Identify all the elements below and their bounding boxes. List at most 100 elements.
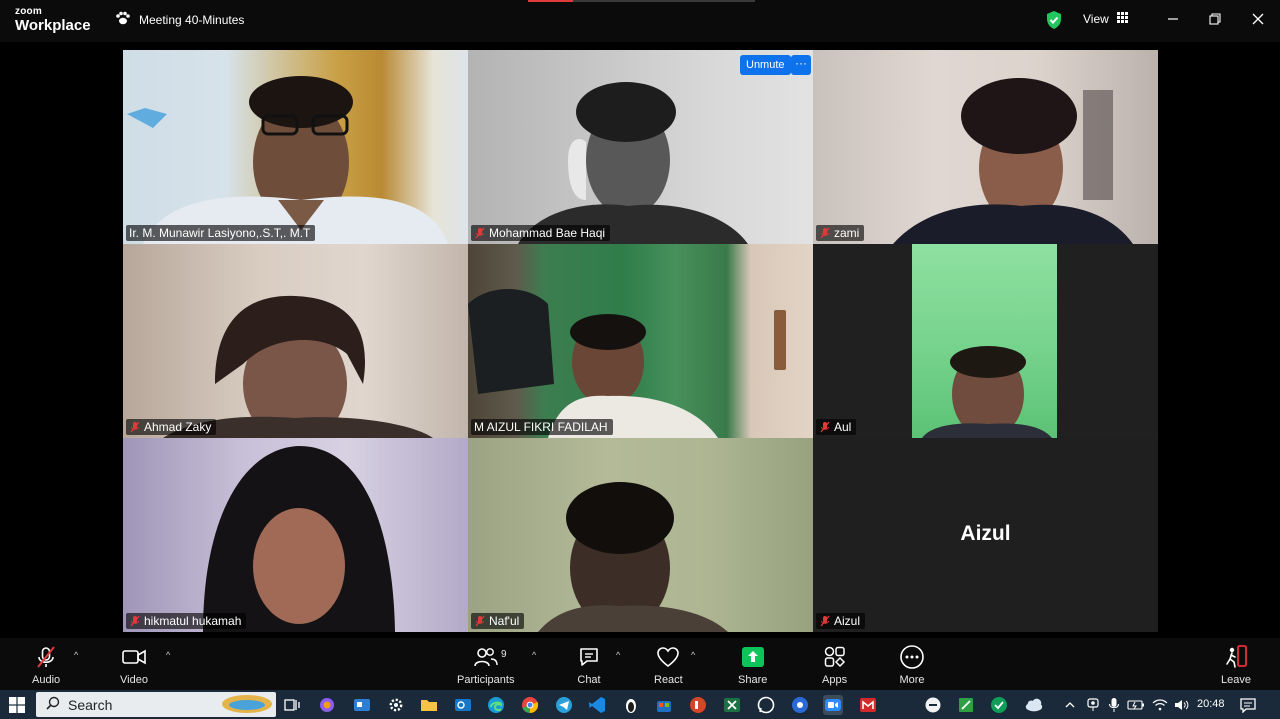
participant-name: Naf'ul bbox=[489, 614, 520, 628]
tile-more-button[interactable]: ··· bbox=[791, 55, 811, 75]
participant-name: zami bbox=[834, 226, 860, 240]
video-gallery: Ir. M. Munawir Lasiyono,.S.T,. M.T Unmut… bbox=[123, 50, 1158, 632]
store-icon[interactable] bbox=[654, 695, 674, 715]
video-label: Video bbox=[120, 674, 148, 686]
video-tile-6[interactable]: Aul bbox=[813, 244, 1158, 438]
participant-nametag: Ahmad Zaky bbox=[126, 419, 217, 435]
participant-video bbox=[813, 50, 1158, 244]
chat-bubble-app-icon[interactable] bbox=[923, 695, 943, 715]
react-button[interactable]: React bbox=[654, 644, 683, 686]
taskbar-search-box[interactable]: Search bbox=[36, 692, 276, 717]
copilot-icon[interactable] bbox=[317, 695, 337, 715]
vscode-icon[interactable] bbox=[587, 695, 607, 715]
video-tile-2[interactable]: Unmute ··· Mohammad Bae Haqi bbox=[468, 50, 813, 244]
chat-options-caret[interactable]: ^ bbox=[616, 650, 620, 660]
widgets-icon[interactable] bbox=[352, 695, 372, 715]
close-button[interactable] bbox=[1245, 8, 1271, 30]
top-drag-handle[interactable] bbox=[573, 0, 755, 2]
chat-button[interactable]: Chat bbox=[577, 644, 601, 686]
camera-tray-icon[interactable] bbox=[1083, 695, 1103, 715]
windows-start-icon[interactable] bbox=[7, 695, 27, 715]
meeting-title: Meeting 40-Minutes bbox=[139, 12, 245, 27]
participant-nametag: Mohammad Bae Haqi bbox=[471, 225, 611, 241]
telegram-icon[interactable] bbox=[554, 695, 574, 715]
video-tile-1[interactable]: Ir. M. Munawir Lasiyono,.S.T,. M.T bbox=[123, 50, 468, 244]
microphone-tray-icon[interactable] bbox=[1104, 695, 1124, 715]
video-button[interactable]: Video bbox=[120, 644, 148, 686]
edge-dev-icon[interactable] bbox=[790, 695, 810, 715]
search-placeholder: Search bbox=[68, 696, 113, 713]
volume-icon[interactable] bbox=[1172, 695, 1192, 715]
windows-taskbar: Search 20:48 bbox=[0, 690, 1280, 719]
leave-button[interactable]: Leave bbox=[1221, 644, 1251, 686]
clock-time[interactable]: 20:48 bbox=[1197, 698, 1225, 710]
more-button[interactable]: More bbox=[899, 644, 925, 686]
outlook-icon[interactable] bbox=[453, 695, 473, 715]
muted-mic-icon bbox=[129, 421, 141, 433]
audio-options-caret[interactable]: ^ bbox=[74, 650, 78, 660]
green-app-icon[interactable] bbox=[989, 695, 1009, 715]
more-label: More bbox=[899, 674, 925, 686]
participant-name: M AIZUL FIKRI FADILAH bbox=[474, 420, 608, 434]
document-app-icon[interactable] bbox=[956, 695, 976, 715]
task-view-icon[interactable] bbox=[282, 695, 302, 715]
participants-options-caret[interactable]: ^ bbox=[532, 650, 536, 660]
participant-video bbox=[123, 244, 468, 438]
share-screen-icon bbox=[741, 644, 765, 670]
unmute-button[interactable]: Unmute bbox=[740, 55, 791, 75]
leave-label: Leave bbox=[1221, 674, 1251, 686]
settings-gear-icon[interactable] bbox=[386, 695, 406, 715]
penguin-app-icon[interactable] bbox=[621, 695, 641, 715]
file-explorer-icon[interactable] bbox=[419, 695, 439, 715]
restore-button[interactable] bbox=[1202, 8, 1228, 30]
zoom-taskbar-icon[interactable] bbox=[823, 695, 843, 715]
share-button[interactable]: Share bbox=[738, 644, 767, 686]
video-options-caret[interactable]: ^ bbox=[166, 650, 170, 660]
video-tile-5[interactable]: M AIZUL FIKRI FADILAH bbox=[468, 244, 813, 438]
view-button[interactable]: View bbox=[1083, 12, 1128, 26]
participant-nametag: Naf'ul bbox=[471, 613, 525, 629]
muted-mic-icon bbox=[474, 615, 486, 627]
muted-mic-icon bbox=[819, 421, 831, 433]
recording-indicator bbox=[528, 0, 573, 2]
participant-video bbox=[123, 50, 468, 244]
participant-video bbox=[468, 438, 813, 632]
participant-nametag: Aul bbox=[816, 419, 857, 435]
participant-nametag: M AIZUL FIKRI FADILAH bbox=[471, 419, 613, 435]
video-tile-7[interactable]: hikmatul hukamah bbox=[123, 438, 468, 632]
minimize-button[interactable] bbox=[1160, 8, 1186, 30]
show-hidden-icons-caret[interactable] bbox=[1060, 695, 1080, 715]
participant-name: hikmatul hukamah bbox=[144, 614, 242, 628]
mendeley-icon[interactable] bbox=[858, 695, 878, 715]
meeting-toolbar: Audio ^ Video ^ Participants ^ Chat ^ Re… bbox=[0, 638, 1280, 690]
battery-icon[interactable] bbox=[1126, 695, 1146, 715]
participant-name: Aizul bbox=[834, 614, 861, 628]
edge-browser-icon[interactable] bbox=[486, 695, 506, 715]
notifications-icon[interactable] bbox=[1238, 695, 1258, 715]
wifi-icon[interactable] bbox=[1150, 695, 1170, 715]
security-shield-icon[interactable] bbox=[1045, 10, 1063, 35]
participant-video bbox=[123, 438, 468, 632]
powerpoint-icon[interactable] bbox=[688, 695, 708, 715]
participants-count-badge: 9 bbox=[501, 649, 507, 660]
whatsapp-icon[interactable] bbox=[756, 695, 776, 715]
video-tile-3[interactable]: zami bbox=[813, 50, 1158, 244]
paw-icon bbox=[115, 11, 131, 28]
participant-video bbox=[912, 244, 1057, 438]
react-options-caret[interactable]: ^ bbox=[691, 650, 695, 660]
participant-name: Mohammad Bae Haqi bbox=[489, 226, 606, 240]
participants-icon bbox=[473, 644, 499, 670]
chat-label: Chat bbox=[577, 674, 601, 686]
weather-icon[interactable] bbox=[1024, 695, 1044, 715]
chrome-icon[interactable] bbox=[520, 695, 540, 715]
apps-label: Apps bbox=[822, 674, 848, 686]
view-label: View bbox=[1083, 12, 1109, 26]
video-tile-9[interactable]: Aizul Aizul bbox=[813, 438, 1158, 632]
audio-button[interactable]: Audio bbox=[32, 644, 60, 686]
apps-button[interactable]: Apps bbox=[822, 644, 847, 686]
video-tile-8[interactable]: Naf'ul bbox=[468, 438, 813, 632]
participant-name: Aul bbox=[834, 420, 852, 434]
video-tile-4[interactable]: Ahmad Zaky bbox=[123, 244, 468, 438]
excel-icon[interactable] bbox=[722, 695, 742, 715]
meeting-info[interactable]: Meeting 40-Minutes bbox=[115, 11, 244, 28]
